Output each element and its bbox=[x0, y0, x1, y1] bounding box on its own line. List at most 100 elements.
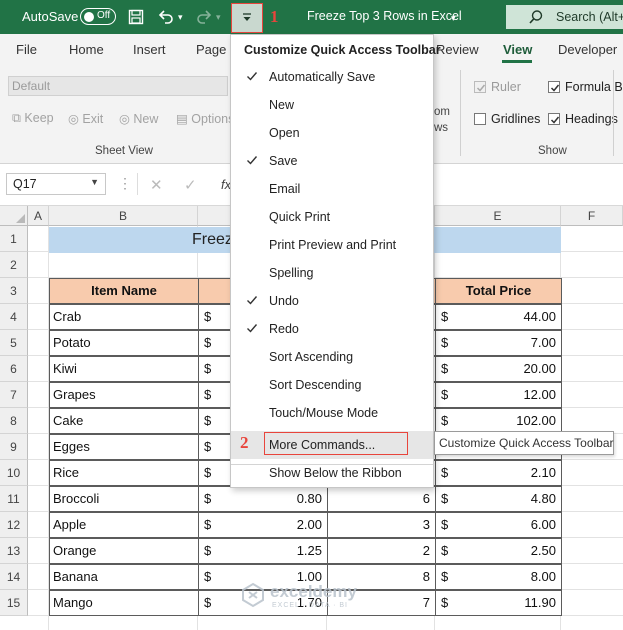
row-header-3[interactable]: 3 bbox=[0, 278, 28, 304]
item-name-cell[interactable]: Apple bbox=[49, 512, 199, 538]
total-price-cell[interactable]: $2.50 bbox=[435, 538, 562, 564]
ruler-checkbox[interactable] bbox=[474, 81, 486, 93]
exit-icon: ◎ bbox=[68, 112, 79, 126]
total-price-cell[interactable]: $44.00 bbox=[435, 304, 562, 330]
tab-view[interactable]: View bbox=[503, 42, 532, 57]
menu-item-new[interactable]: New bbox=[231, 91, 433, 119]
total-price-cell[interactable]: $20.00 bbox=[435, 356, 562, 382]
column-header-f[interactable]: F bbox=[561, 206, 623, 226]
redo-icon[interactable] bbox=[195, 8, 213, 30]
autosave-toggle[interactable]: Off bbox=[80, 8, 116, 25]
save-icon[interactable] bbox=[128, 9, 144, 29]
tab-review[interactable]: Review bbox=[436, 42, 479, 57]
menu-item-more-commands[interactable]: More Commands... bbox=[231, 431, 433, 459]
search-box[interactable]: Search (Alt+Q) bbox=[506, 5, 623, 29]
row-header-4[interactable]: 4 bbox=[0, 304, 28, 330]
menu-item-undo[interactable]: Undo bbox=[231, 287, 433, 315]
name-box-chevron-icon[interactable]: ▼ bbox=[90, 177, 99, 187]
row-header-6[interactable]: 6 bbox=[0, 356, 28, 382]
checkmark-icon bbox=[246, 294, 258, 309]
row-header-10[interactable]: 10 bbox=[0, 460, 28, 486]
quantity-cell[interactable]: 3 bbox=[327, 512, 436, 538]
new-sheet-view-button[interactable]: ◎ New bbox=[119, 111, 158, 126]
menu-item-sort-ascending[interactable]: Sort Ascending bbox=[231, 343, 433, 371]
undo-dropdown-icon[interactable]: ▾ bbox=[178, 9, 183, 25]
customize-qat-button[interactable] bbox=[231, 3, 263, 33]
total-price-cell[interactable]: $2.10 bbox=[435, 460, 562, 486]
currency-symbol: $ bbox=[204, 491, 212, 506]
menu-item-spelling[interactable]: Spelling bbox=[231, 259, 433, 287]
item-name-header[interactable]: Item Name bbox=[49, 278, 199, 304]
tab-insert[interactable]: Insert bbox=[133, 42, 166, 57]
menu-item-email[interactable]: Email bbox=[231, 175, 433, 203]
total-price-cell[interactable]: $11.90 bbox=[435, 590, 562, 616]
row-header-13[interactable]: 13 bbox=[0, 538, 28, 564]
column-header-e[interactable]: E bbox=[435, 206, 561, 226]
item-name-cell[interactable]: Egges bbox=[49, 434, 199, 460]
item-name-cell[interactable]: Potato bbox=[49, 330, 199, 356]
row-header-7[interactable]: 7 bbox=[0, 382, 28, 408]
tab-developer[interactable]: Developer bbox=[558, 42, 617, 57]
currency-symbol: $ bbox=[204, 595, 212, 610]
menu-item-touch-mouse-mode[interactable]: Touch/Mouse Mode bbox=[231, 399, 433, 427]
name-box[interactable]: Q17 ▼ bbox=[6, 173, 106, 195]
item-name-cell[interactable]: Crab bbox=[49, 304, 199, 330]
row-header-5[interactable]: 5 bbox=[0, 330, 28, 356]
cancel-icon[interactable]: ✕ bbox=[150, 176, 163, 194]
item-name-cell[interactable]: Mango bbox=[49, 590, 199, 616]
unit-price-cell[interactable]: $2.00 bbox=[198, 512, 328, 538]
item-name-cell[interactable]: Cake bbox=[49, 408, 199, 434]
autosave-label: AutoSave bbox=[22, 9, 79, 24]
row-header-15[interactable]: 15 bbox=[0, 590, 28, 616]
column-header-b[interactable]: B bbox=[49, 206, 198, 226]
customize-qat-menu: Customize Quick Access Toolbar Automatic… bbox=[230, 34, 441, 488]
item-name-cell[interactable]: Rice bbox=[49, 460, 199, 486]
exit-button[interactable]: ◎ Exit bbox=[68, 111, 103, 126]
file-title[interactable]: Freeze Top 3 Rows in Excel bbox=[307, 9, 462, 23]
item-name-cell[interactable]: Kiwi bbox=[49, 356, 199, 382]
column-header-a[interactable]: A bbox=[28, 206, 49, 226]
menu-item-quick-print[interactable]: Quick Print bbox=[231, 203, 433, 231]
options-button[interactable]: ▤ Options bbox=[176, 111, 234, 126]
row-header-8[interactable]: 8 bbox=[0, 408, 28, 434]
menu-item-open[interactable]: Open bbox=[231, 119, 433, 147]
file-title-chevron-icon[interactable]: ▾ bbox=[451, 10, 456, 26]
row-header-12[interactable]: 12 bbox=[0, 512, 28, 538]
unit-price-cell[interactable]: $0.80 bbox=[198, 486, 328, 512]
total-price-header[interactable]: Total Price bbox=[435, 278, 562, 304]
menu-item-sort-descending[interactable]: Sort Descending bbox=[231, 371, 433, 399]
row-header-2[interactable]: 2 bbox=[0, 252, 28, 278]
unit-price-cell[interactable]: $1.25 bbox=[198, 538, 328, 564]
quantity-cell[interactable]: 6 bbox=[327, 486, 436, 512]
total-price-cell[interactable]: $6.00 bbox=[435, 512, 562, 538]
item-name-cell[interactable]: Broccoli bbox=[49, 486, 199, 512]
total-price-cell[interactable]: $12.00 bbox=[435, 382, 562, 408]
tab-home[interactable]: Home bbox=[69, 42, 104, 57]
item-name-cell[interactable]: Banana bbox=[49, 564, 199, 590]
total-price-cell[interactable]: $7.00 bbox=[435, 330, 562, 356]
redo-dropdown-icon[interactable]: ▾ bbox=[216, 9, 221, 25]
select-all-corner[interactable] bbox=[0, 206, 28, 226]
formula-bar-checkbox[interactable] bbox=[548, 81, 560, 93]
row-header-11[interactable]: 11 bbox=[0, 486, 28, 512]
menu-item-redo[interactable]: Redo bbox=[231, 315, 433, 343]
item-name: Rice bbox=[53, 465, 80, 480]
row-header-9[interactable]: 9 bbox=[0, 434, 28, 460]
row-header-14[interactable]: 14 bbox=[0, 564, 28, 590]
item-name-cell[interactable]: Orange bbox=[49, 538, 199, 564]
headings-checkbox[interactable] bbox=[548, 113, 560, 125]
undo-icon[interactable] bbox=[157, 8, 175, 30]
tab-file[interactable]: File bbox=[16, 42, 37, 57]
total-price-cell[interactable]: $4.80 bbox=[435, 486, 562, 512]
item-name-cell[interactable]: Grapes bbox=[49, 382, 199, 408]
quantity-cell[interactable]: 2 bbox=[327, 538, 436, 564]
row-header-1[interactable]: 1 bbox=[0, 226, 28, 252]
keep-button[interactable]: ⧉ Keep bbox=[12, 111, 54, 126]
sheet-view-select[interactable]: Default bbox=[8, 76, 228, 96]
menu-item-print-preview-and-print[interactable]: Print Preview and Print bbox=[231, 231, 433, 259]
total-price-cell[interactable]: $8.00 bbox=[435, 564, 562, 590]
enter-icon[interactable]: ✓ bbox=[184, 176, 197, 194]
gridlines-checkbox[interactable] bbox=[474, 113, 486, 125]
menu-item-save[interactable]: Save bbox=[231, 147, 433, 175]
menu-item-automatically-save[interactable]: Automatically Save bbox=[231, 63, 433, 91]
